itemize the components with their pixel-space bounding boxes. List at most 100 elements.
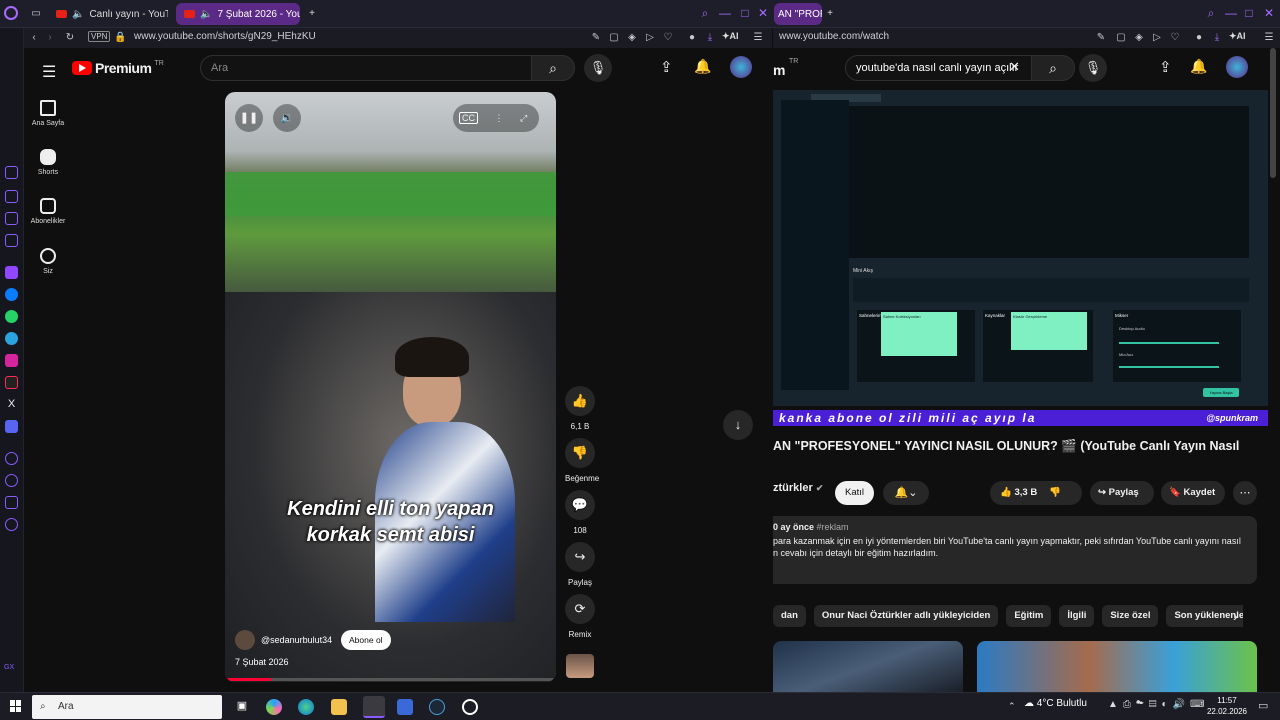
telegram-icon[interactable] xyxy=(5,332,18,345)
twitch-icon[interactable] xyxy=(5,266,18,279)
close-icon[interactable]: ✕ xyxy=(1262,6,1276,20)
maximize-icon[interactable]: □ xyxy=(738,6,752,20)
whatsapp-icon[interactable] xyxy=(5,310,18,323)
remix-action[interactable]: ⟳ Remix xyxy=(565,594,595,639)
opera-gx-icon[interactable] xyxy=(363,696,385,718)
media-icon[interactable] xyxy=(5,452,18,465)
bookmark-icon[interactable]: ✎ xyxy=(1095,32,1107,44)
play-icon[interactable]: ▷ xyxy=(1151,32,1163,44)
download-icon[interactable]: ⤓ xyxy=(704,32,716,44)
hamburger-menu-icon[interactable]: ☰ xyxy=(42,62,56,82)
heart-icon[interactable]: ♡ xyxy=(1169,32,1181,44)
save-button[interactable]: 🔖 Kaydet xyxy=(1161,481,1225,505)
chip[interactable]: İlgili xyxy=(1059,605,1095,627)
fullscreen-icon[interactable]: ⤢ xyxy=(520,113,527,123)
notes-icon[interactable] xyxy=(5,190,18,203)
share-button[interactable]: ↪ Paylaş xyxy=(1090,481,1154,505)
speaker-icon[interactable]: 🔈 xyxy=(72,9,84,20)
menu-icon[interactable]: ☰ xyxy=(752,32,764,44)
screenshot-icon[interactable]: ▢ xyxy=(608,32,620,44)
chip[interactable]: Size özel xyxy=(1102,605,1159,627)
chrome-icon[interactable] xyxy=(462,699,478,715)
chip[interactable]: dan xyxy=(773,605,806,627)
mail-icon[interactable] xyxy=(5,234,18,247)
edge-icon[interactable] xyxy=(298,699,314,715)
nav-subscriptions[interactable]: Abonelikler xyxy=(24,198,72,225)
clock[interactable]: 11:57 22.02.2026 xyxy=(1202,695,1252,717)
url-text[interactable]: www.youtube.com/watch xyxy=(779,31,889,42)
share-icon[interactable]: ↪ xyxy=(565,542,595,572)
tab-manager-icon[interactable]: ▭ xyxy=(30,8,42,20)
ai-icon[interactable]: ✦AI xyxy=(722,31,739,42)
heart-icon[interactable]: ♡ xyxy=(662,32,674,44)
volume-icon[interactable]: 🔉 xyxy=(273,104,301,132)
share-action[interactable]: ↪ Paylaş xyxy=(565,542,595,587)
search-button[interactable]: ⌕ xyxy=(1031,55,1075,81)
comment-icon[interactable]: 💬 xyxy=(565,490,595,520)
task-view-icon[interactable]: ▣ xyxy=(234,699,250,715)
tiktok-icon[interactable] xyxy=(5,376,18,389)
browser-logo-icon[interactable] xyxy=(4,6,18,20)
captions-icon[interactable]: CC xyxy=(459,112,478,124)
reload-icon[interactable]: ↻ xyxy=(64,32,76,44)
channel-avatar[interactable] xyxy=(235,630,255,650)
nav-you[interactable]: Siz xyxy=(24,248,72,275)
profile-icon[interactable]: ● xyxy=(686,32,698,44)
discord-icon[interactable] xyxy=(5,420,18,433)
history-icon[interactable] xyxy=(5,166,18,179)
vpn-badge[interactable]: VPN xyxy=(88,31,111,42)
voice-search-icon[interactable]: 🎙 xyxy=(1079,54,1107,82)
tab-profesyonel[interactable]: AN "PROFE xyxy=(774,3,822,25)
clear-search-icon[interactable]: ✕ xyxy=(1009,59,1020,75)
speaker-icon[interactable]: 🔈 xyxy=(200,9,212,20)
comment-action[interactable]: 💬 108 xyxy=(565,490,595,535)
maximize-icon[interactable]: □ xyxy=(1242,6,1256,20)
notification-center-icon[interactable]: ▭ xyxy=(1258,699,1268,712)
bookmark-icon[interactable]: ✎ xyxy=(590,32,602,44)
more-options-icon[interactable]: ⋮ xyxy=(495,113,504,123)
dislike-icon[interactable]: 👎 xyxy=(565,438,595,468)
avatar[interactable] xyxy=(730,56,752,78)
menu-icon[interactable]: ☰ xyxy=(1263,32,1275,44)
description-box[interactable]: 0 ay önce #reklam para kazanmak için en … xyxy=(773,516,1257,584)
dislike-action[interactable]: 👎 Beğenme xyxy=(565,438,599,483)
next-video-icon[interactable]: ↓ xyxy=(723,410,753,440)
chip[interactable]: Onur Naci Öztürkler adlı yükleyiciden xyxy=(813,605,999,627)
channel-handle[interactable]: @sedanurbulut34 xyxy=(261,635,332,645)
shorts-video-player[interactable]: ❚❚ 🔉 CC ⋮ ⤢ Kendini elli ton yapan korka… xyxy=(225,92,556,682)
shield-icon[interactable]: ◈ xyxy=(626,32,638,44)
voice-search-icon[interactable]: 🎙 xyxy=(584,54,612,82)
vpn-app-icon[interactable] xyxy=(397,699,413,715)
minimize-icon[interactable]: — xyxy=(1224,6,1238,20)
x-icon[interactable]: X xyxy=(5,398,18,411)
settings-icon[interactable] xyxy=(5,518,18,531)
url-text[interactable]: www.youtube.com/shorts/gN29_HEhzKU xyxy=(134,31,316,42)
tray-icons[interactable]: ▲⎙☁▤◐🔊⌨ xyxy=(1108,699,1209,710)
nav-shorts[interactable]: Shorts xyxy=(24,149,72,176)
like-icon[interactable]: 👍 xyxy=(565,386,595,416)
screenshot-icon[interactable]: ▢ xyxy=(1115,32,1127,44)
search-input[interactable]: Ara xyxy=(200,55,532,81)
steam-icon[interactable] xyxy=(429,699,445,715)
chevron-right-icon[interactable]: › xyxy=(1233,608,1238,624)
notifications-icon[interactable]: 🔔 xyxy=(1190,58,1207,75)
play-icon[interactable]: ▷ xyxy=(644,32,656,44)
shield-icon[interactable]: ◈ xyxy=(1133,32,1145,44)
like-action[interactable]: 👍 6,1 B xyxy=(565,386,595,431)
more-actions-icon[interactable]: ⋯ xyxy=(1233,481,1257,505)
remix-icon[interactable]: ⟳ xyxy=(565,594,595,624)
sound-thumbnail[interactable] xyxy=(566,654,594,678)
avatar[interactable] xyxy=(1226,56,1248,78)
upload-icon[interactable]: ⇪ xyxy=(660,58,673,76)
related-video-thumbnail[interactable] xyxy=(977,641,1257,692)
related-video-thumbnail[interactable] xyxy=(773,641,963,692)
progress-track[interactable] xyxy=(225,678,556,681)
minimize-icon[interactable]: — xyxy=(718,6,732,20)
chip[interactable]: Eğitim xyxy=(1006,605,1052,627)
copilot-icon[interactable] xyxy=(266,699,282,715)
search-button[interactable]: ⌕ xyxy=(531,55,575,81)
close-icon[interactable]: ✕ xyxy=(756,6,770,20)
subscribe-button[interactable]: Abone ol xyxy=(341,630,391,650)
new-tab-icon[interactable]: + xyxy=(306,8,318,20)
tab-canli-yayin[interactable]: 🔈 Canlı yayın - YouTube xyxy=(48,3,168,25)
